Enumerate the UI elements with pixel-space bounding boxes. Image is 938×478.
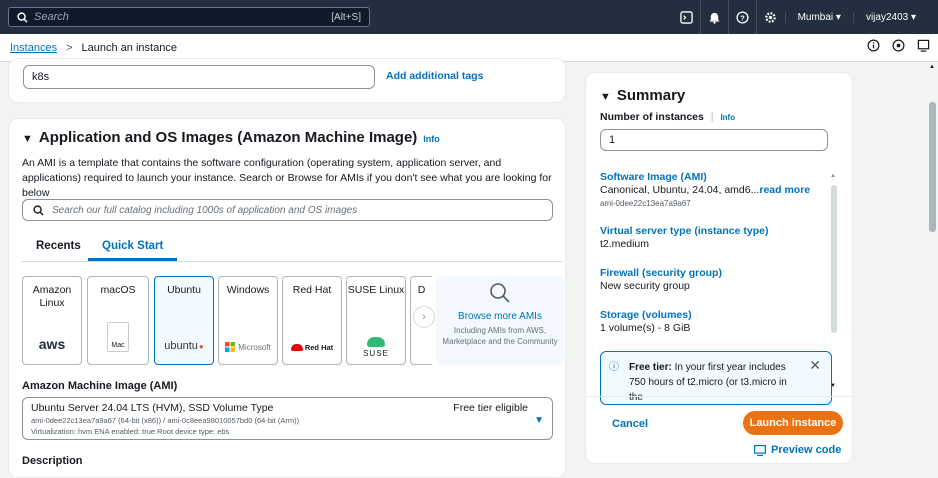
firewall-value: New security group [600,280,690,292]
ami-label: Amazon Machine Image (AMI) [22,380,178,392]
instance-type-link[interactable]: Virtual server type (instance type) [600,225,768,238]
microsoft-logo-icon: Microsoft [219,342,277,352]
cancel-button[interactable]: Cancel [612,418,648,430]
search-icon [490,283,510,303]
browse-more-amis-button[interactable]: Browse more AMIs Including AMIs from AWS… [436,276,564,365]
cloudshell-icon[interactable] [673,0,701,34]
expand-caret-icon[interactable]: ▼ [600,91,611,103]
summary-panel: ▼ Summary Number of instances | Info 1 So… [585,72,853,464]
firewall-link[interactable]: Firewall (security group) [600,267,722,280]
ami-description: An AMI is a template that contains the s… [22,157,552,199]
software-image-value: Canonical, Ubuntu, 24.04, amd6... [600,184,760,196]
preview-code-button[interactable]: Preview code [754,444,841,456]
help-icon[interactable]: ? [729,0,757,34]
os-label: Windows [226,284,270,296]
read-more-link[interactable]: read more [759,184,810,196]
summary-title: ▼ Summary [600,87,685,104]
chevron-right-icon[interactable]: › [413,306,435,328]
breadcrumb-current: Launch an instance [81,41,177,54]
ami-title-text: Application and OS Images (Amazon Machin… [38,129,418,146]
os-label: SUSE Linux [347,284,405,296]
os-tile-redhat[interactable]: Red Hat Red Hat [282,276,342,365]
ami-info-link[interactable]: Info [423,134,440,144]
search-shortcut: [Alt+S] [331,11,361,23]
redhat-logo-icon: Red Hat [283,343,341,352]
close-icon[interactable]: ✕ [809,358,821,373]
instance-type-section: Virtual server type (instance type) t2.m… [600,225,768,251]
number-of-instances-label: Number of instances | Info [600,111,736,123]
software-image-section: Software Image (AMI) Canonical, Ubuntu, … [600,171,810,210]
instance-name-input[interactable]: k8s [23,65,375,89]
tab-recents[interactable]: Recents [36,240,81,252]
num-info-link[interactable]: Info [720,113,735,122]
instance-type-value: t2.medium [600,238,650,250]
caret-down-icon: ▼ [534,415,544,426]
info-icon[interactable] [867,39,880,52]
tab-quick-start[interactable]: Quick Start [87,240,178,261]
browse-subtitle: Including AMIs from AWS, Marketplace and… [442,326,558,346]
summary-scrollbar[interactable]: ▲ ▼ [830,173,838,389]
ami-meta: Virtualization: hvm ENA enabled: true Ro… [31,427,230,436]
mac-logo-icon: Mac [88,322,148,352]
num-label-text: Number of instances [600,111,704,123]
global-search-input[interactable]: Search [Alt+S] [8,7,370,27]
storage-section: Storage (volumes) 1 volume(s) - 8 GiB [600,309,692,335]
storage-value: 1 volume(s) - 8 GiB [600,322,691,334]
os-label: Amazon Linux [32,284,72,309]
bell-icon[interactable] [701,0,729,34]
os-label: Ubuntu [167,284,201,296]
summary-title-text: Summary [616,87,686,104]
info-icon: ⓘ [609,362,619,373]
ami-tabs: Recents Quick Start [22,236,563,262]
free-tier-bold: Free tier: [629,362,672,373]
browse-title: Browse more AMIs [458,311,542,322]
account-menu[interactable]: vijay2403 ▾ [852,11,928,23]
software-image-id: ami-0dee22c13ea7a9a67 [600,199,691,208]
ami-select[interactable]: Ubuntu Server 24.04 LTS (HVM), SSD Volum… [22,397,553,440]
launch-instance-button[interactable]: Launch instance [743,411,843,435]
summary-footer: Cancel Launch instance Preview code [586,396,852,464]
os-tile-windows[interactable]: Windows Microsoft [218,276,278,365]
search-placeholder: Search [34,11,69,23]
page-scrollbar[interactable]: ▲ [927,62,938,462]
aws-logo-icon: aws [38,336,66,352]
svg-text:?: ? [740,13,745,22]
description-label: Description [22,455,83,467]
region-selector[interactable]: Mumbai ▾ [784,11,853,23]
number-of-instances-input[interactable]: 1 [600,129,828,151]
software-image-link[interactable]: Software Image (AMI) [600,171,810,184]
os-tile-ubuntu[interactable]: Ubuntu ubuntu ● [154,276,214,365]
os-tile-macos[interactable]: macOS Mac [87,276,149,365]
firewall-section: Firewall (security group) New security g… [600,267,722,293]
ami-search-input[interactable]: Search our full catalog including 1000s … [22,199,553,221]
name-tags-panel: k8s Add additional tags [8,58,566,103]
storage-link[interactable]: Storage (volumes) [600,309,692,322]
chevron-right-icon: > [66,41,73,54]
search-icon [17,11,28,23]
add-tags-link[interactable]: Add additional tags [386,70,483,82]
expand-caret-icon[interactable]: ▼ [22,133,33,145]
search-icon [33,204,44,216]
feedback-icon[interactable] [892,39,905,52]
breadcrumb-instances-link[interactable]: Instances [10,42,57,54]
ubuntu-logo-icon: ubuntu ● [164,340,204,352]
os-label: macOS [100,284,136,296]
os-label: Red Hat [292,284,332,296]
suse-logo-icon: SUSE [347,337,405,358]
os-tile-amazon-linux[interactable]: Amazon Linux aws [22,276,82,365]
ami-search-placeholder: Search our full catalog including 1000s … [52,204,358,216]
preview-code-text: Preview code [771,444,842,456]
gear-icon[interactable] [757,0,785,34]
os-label: D [417,284,426,296]
free-tier-badge: Free tier eligible [453,402,528,414]
ami-section-title: ▼ Application and OS Images (Amazon Machi… [22,129,440,146]
top-navigation-bar: Search [Alt+S] ? Mumbai ▾ vijay2403 ▾ [0,0,938,34]
panel-icon[interactable] [917,39,930,52]
os-tile-suse[interactable]: SUSE Linux SUSE [346,276,406,365]
ami-ids: ami-0dee22c13ea7a9a67 (64-bit (x86)) / a… [31,416,300,425]
code-icon [754,444,766,456]
